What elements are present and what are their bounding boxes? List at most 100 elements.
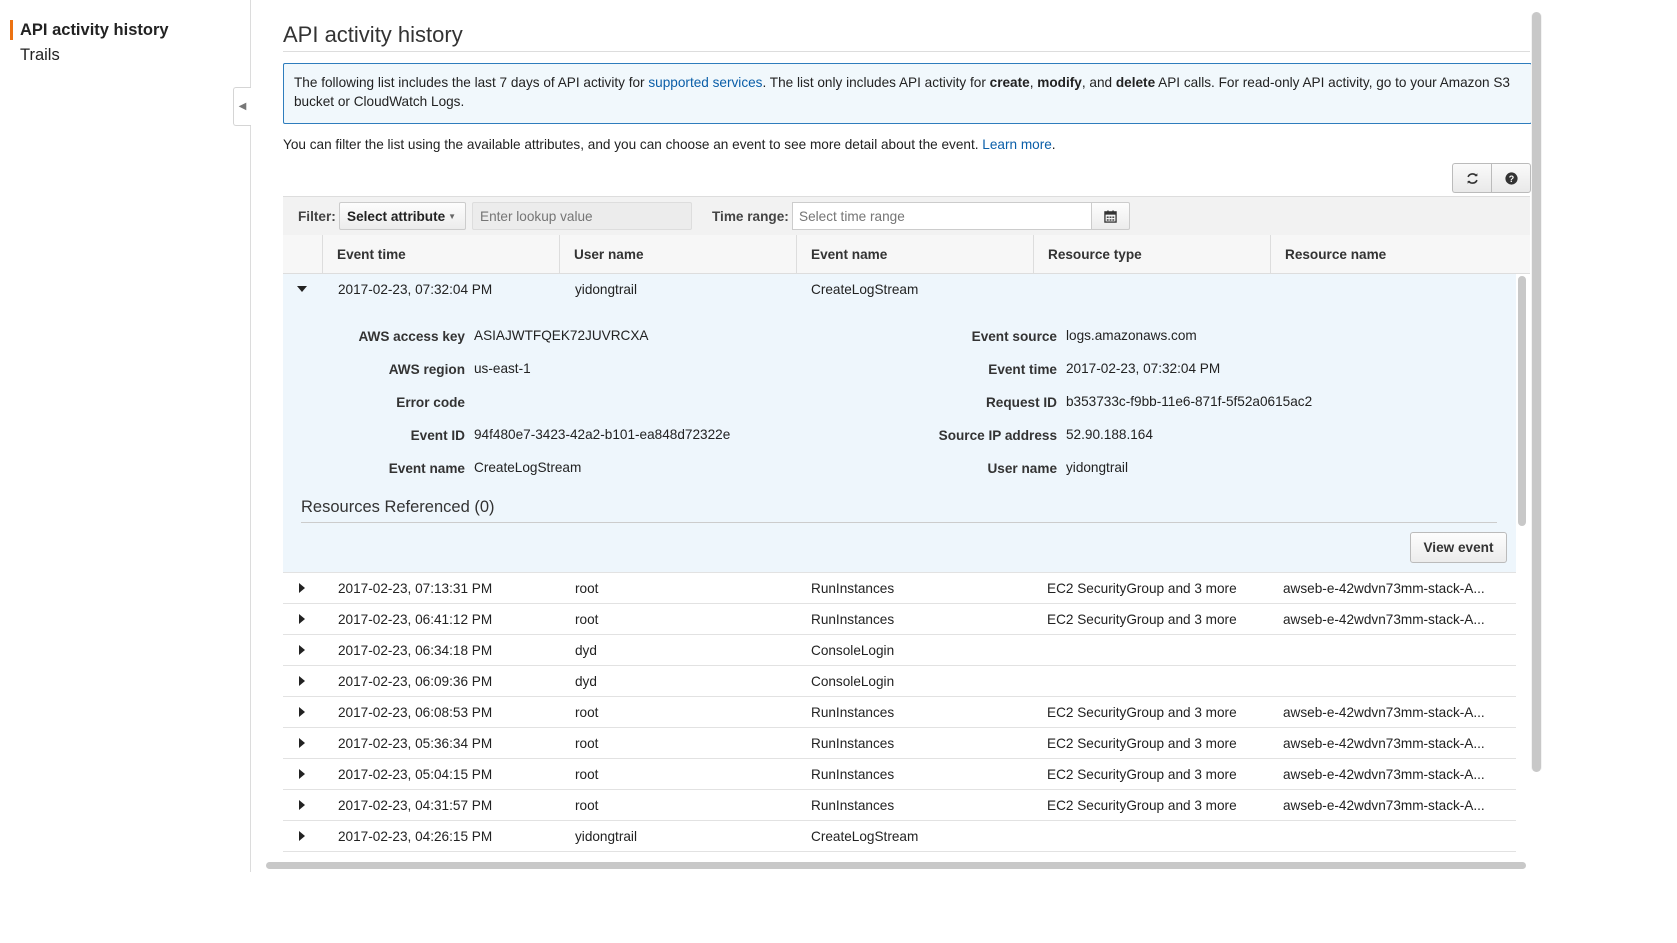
horizontal-scroll-thumb[interactable]	[266, 862, 1526, 869]
table-row[interactable]: 2017-02-23, 05:04:15 PM root RunInstance…	[283, 759, 1516, 790]
question-circle-icon: ?	[1504, 171, 1518, 185]
info-text: . The list only includes API activity fo…	[762, 75, 990, 90]
cell-user-name: dyd	[575, 674, 597, 689]
detail-value-event-time: 2017-02-23, 07:32:04 PM	[1066, 361, 1221, 376]
detail-value-aws-access-key: ASIAJWTFQEK72JUVRCXA	[474, 328, 649, 343]
page-scroll-thumb[interactable]	[1532, 12, 1541, 772]
cell-user-name: root	[575, 767, 599, 782]
table-row[interactable]: 2017-02-23, 06:08:53 PM root RunInstance…	[283, 697, 1516, 728]
time-range-input[interactable]	[792, 202, 1092, 230]
help-text: You can filter the list using the availa…	[283, 137, 1056, 152]
chevron-right-icon[interactable]	[296, 767, 308, 781]
cell-event-name: RunInstances	[811, 612, 895, 627]
cell-event-time: 2017-02-23, 04:31:57 PM	[338, 798, 493, 813]
refresh-button[interactable]	[1452, 163, 1491, 193]
cell-resource-type: EC2 SecurityGroup and 3 more	[1047, 612, 1237, 627]
table-row[interactable]: 2017-02-23, 05:36:34 PM root RunInstance…	[283, 728, 1516, 759]
detail-label-event-name: Event name	[388, 461, 465, 476]
table-vertical-scrollbar[interactable]	[1517, 273, 1527, 853]
cell-event-name: ConsoleLogin	[811, 643, 895, 658]
detail-label-event-time: Event time	[988, 362, 1057, 377]
detail-value-request-id: b353733c-f9bb-11e6-871f-5f52a0615ac2	[1066, 394, 1313, 409]
table-row[interactable]: 2017-02-23, 07:13:31 PM root RunInstance…	[283, 573, 1516, 604]
svg-text:?: ?	[1508, 173, 1513, 183]
chevron-right-icon[interactable]	[296, 736, 308, 750]
info-alert: The following list includes the last 7 d…	[283, 63, 1532, 124]
caret-down-icon: ▼	[448, 212, 456, 221]
calendar-icon	[1104, 209, 1117, 223]
detail-label-aws-access-key: AWS access key	[358, 329, 465, 344]
cell-event-time: 2017-02-23, 05:36:34 PM	[338, 736, 493, 751]
event-detail-panel: AWS access key ASIAJWTFQEK72JUVRCXA AWS …	[283, 304, 1516, 573]
lookup-value-input[interactable]	[472, 202, 692, 230]
time-range-label: Time range:	[712, 209, 789, 224]
cell-resource-type: EC2 SecurityGroup and 3 more	[1047, 798, 1237, 813]
table-row[interactable]: 2017-02-23, 04:31:57 PM root RunInstance…	[283, 790, 1516, 821]
cell-resource-type: EC2 SecurityGroup and 3 more	[1047, 736, 1237, 751]
chevron-right-icon[interactable]	[296, 829, 308, 843]
detail-label-request-id: Request ID	[985, 395, 1057, 410]
table-row[interactable]: 2017-02-23, 06:34:18 PM dyd ConsoleLogin	[283, 635, 1516, 666]
table-row[interactable]: 2017-02-23, 04:26:15 PM yidongtrail Crea…	[283, 821, 1516, 852]
chevron-right-icon[interactable]	[296, 674, 308, 688]
cell-resource-type: EC2 SecurityGroup and 3 more	[1047, 705, 1237, 720]
cell-event-name: RunInstances	[811, 798, 895, 813]
cell-event-name: RunInstances	[811, 736, 895, 751]
cell-event-name: ConsoleLogin	[811, 674, 895, 689]
sidebar-item-api-activity-history[interactable]: API activity history	[10, 20, 169, 40]
sidebar-item-trails[interactable]: Trails	[20, 46, 60, 65]
cell-resource-type: EC2 SecurityGroup and 3 more	[1047, 581, 1237, 596]
collapse-sidebar-button[interactable]: ◀	[233, 87, 251, 126]
info-bold-create: create	[989, 75, 1030, 90]
cell-user-name: yidongtrail	[575, 829, 637, 844]
cell-event-name: CreateLogStream	[811, 829, 919, 844]
cell-resource-name: awseb-e-42wdvn73mm-stack-A...	[1283, 767, 1485, 782]
column-header-event-time[interactable]: Event time	[322, 235, 559, 273]
detail-value-aws-region: us-east-1	[474, 361, 531, 376]
detail-value-event-id: 94f480e7-3423-42a2-b101-ea848d72322e	[474, 427, 731, 442]
cell-event-name: CreateLogStream	[811, 282, 919, 297]
attribute-select[interactable]: Select attribute ▼	[339, 202, 466, 230]
table-scroll-thumb[interactable]	[1518, 276, 1526, 526]
chevron-down-icon[interactable]	[296, 282, 308, 296]
chevron-right-icon[interactable]	[296, 643, 308, 657]
help-button[interactable]: ?	[1491, 163, 1531, 193]
attribute-select-value: Select attribute	[347, 209, 446, 224]
supported-services-link[interactable]: supported services	[648, 75, 762, 90]
cell-event-time: 2017-02-23, 07:13:31 PM	[338, 581, 493, 596]
horizontal-scrollbar[interactable]	[266, 860, 1526, 870]
cell-user-name: root	[575, 798, 599, 813]
cell-resource-name: awseb-e-42wdvn73mm-stack-A...	[1283, 581, 1485, 596]
cell-resource-type: EC2 SecurityGroup and 3 more	[1047, 767, 1237, 782]
cell-resource-name: awseb-e-42wdvn73mm-stack-A...	[1283, 705, 1485, 720]
info-bold-delete: delete	[1115, 75, 1156, 90]
cell-event-time: 2017-02-23, 06:09:36 PM	[338, 674, 493, 689]
cell-event-time: 2017-02-23, 06:08:53 PM	[338, 705, 493, 720]
calendar-button[interactable]	[1091, 202, 1130, 230]
view-event-button[interactable]: View event	[1410, 532, 1507, 563]
detail-value-user-name: yidongtrail	[1066, 460, 1128, 475]
filter-label: Filter:	[298, 209, 336, 224]
learn-more-link[interactable]: Learn more	[982, 137, 1052, 152]
resources-divider	[301, 522, 1497, 523]
table-row-expanded[interactable]: 2017-02-23, 07:32:04 PM yidongtrail Crea…	[283, 274, 1516, 305]
info-text: , and	[1081, 75, 1116, 90]
detail-label-error-code: Error code	[396, 395, 465, 410]
column-header-user-name[interactable]: User name	[559, 235, 796, 273]
cell-event-time: 2017-02-23, 06:34:18 PM	[338, 643, 493, 658]
chevron-right-icon[interactable]	[296, 798, 308, 812]
table-row[interactable]: 2017-02-23, 06:41:12 PM root RunInstance…	[283, 604, 1516, 635]
cell-user-name: root	[575, 581, 599, 596]
page-title: API activity history	[283, 22, 463, 47]
cell-event-time: 2017-02-23, 06:41:12 PM	[338, 612, 493, 627]
column-header-event-name[interactable]: Event name	[796, 235, 1033, 273]
page-vertical-scrollbar[interactable]	[1531, 12, 1542, 772]
column-header-resource-type[interactable]: Resource type	[1033, 235, 1270, 273]
chevron-right-icon[interactable]	[296, 612, 308, 626]
cell-event-name: RunInstances	[811, 705, 895, 720]
chevron-right-icon[interactable]	[296, 581, 308, 595]
detail-label-source-ip: Source IP address	[938, 428, 1057, 443]
column-header-resource-name[interactable]: Resource name	[1270, 235, 1530, 273]
table-row[interactable]: 2017-02-23, 06:09:36 PM dyd ConsoleLogin	[283, 666, 1516, 697]
chevron-right-icon[interactable]	[296, 705, 308, 719]
